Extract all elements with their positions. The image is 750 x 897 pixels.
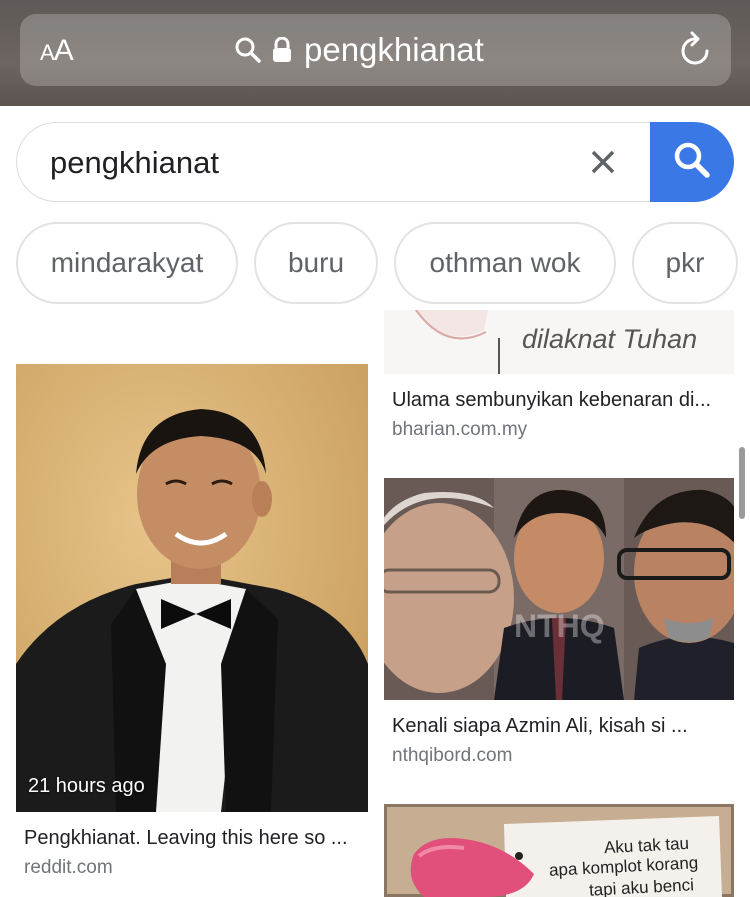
text-size-button[interactable]: AA — [40, 34, 74, 68]
chip-othman-wok[interactable]: othman wok — [394, 222, 616, 304]
result-source[interactable]: reddit.com — [24, 857, 113, 879]
reload-icon[interactable] — [679, 31, 713, 74]
result-title[interactable]: Pengkhianat. Leaving this here so ... — [24, 827, 348, 850]
image-result-bottom-right[interactable]: Aku tak tau apa komplot korang tapi aku … — [384, 804, 734, 897]
address-bar[interactable]: AA pengkhianat — [20, 14, 731, 86]
image-result-top-right[interactable]: dilaknat Tuhan — [384, 310, 734, 374]
image-result-left[interactable]: 21 hours ago — [16, 364, 368, 812]
image-result-mid-right[interactable]: NTHQ — [384, 478, 734, 700]
url-text: pengkhianat — [304, 31, 484, 68]
faded-text — [18, 306, 278, 326]
result-title[interactable]: Ulama sembunyikan kebenaran di... — [392, 389, 711, 412]
browser-toolbar: AA pengkhianat — [0, 0, 750, 106]
time-badge: 21 hours ago — [28, 775, 145, 797]
lock-icon — [272, 37, 292, 63]
result-source[interactable]: nthqibord.com — [392, 745, 512, 767]
result-source[interactable]: bharian.com.my — [392, 419, 527, 441]
clear-icon[interactable] — [588, 147, 618, 177]
search-button[interactable] — [650, 122, 734, 202]
search-icon — [234, 36, 262, 64]
chip-buru[interactable]: buru — [254, 222, 378, 304]
search-input[interactable] — [50, 145, 570, 181]
chip-mindarakyat[interactable]: mindarakyat — [16, 222, 238, 304]
image-thumbnail — [384, 478, 734, 700]
image-thumbnail — [16, 364, 368, 812]
result-title[interactable]: Kenali siapa Azmin Ali, kisah si ... — [392, 715, 688, 738]
chip-pkr[interactable]: pkr — [632, 222, 738, 304]
watermark-text: NTHQ — [514, 608, 605, 644]
search-icon — [672, 140, 712, 185]
search-box[interactable] — [16, 122, 666, 202]
image-caption-text: dilaknat Tuhan — [522, 324, 698, 354]
scrollbar[interactable] — [739, 447, 745, 519]
